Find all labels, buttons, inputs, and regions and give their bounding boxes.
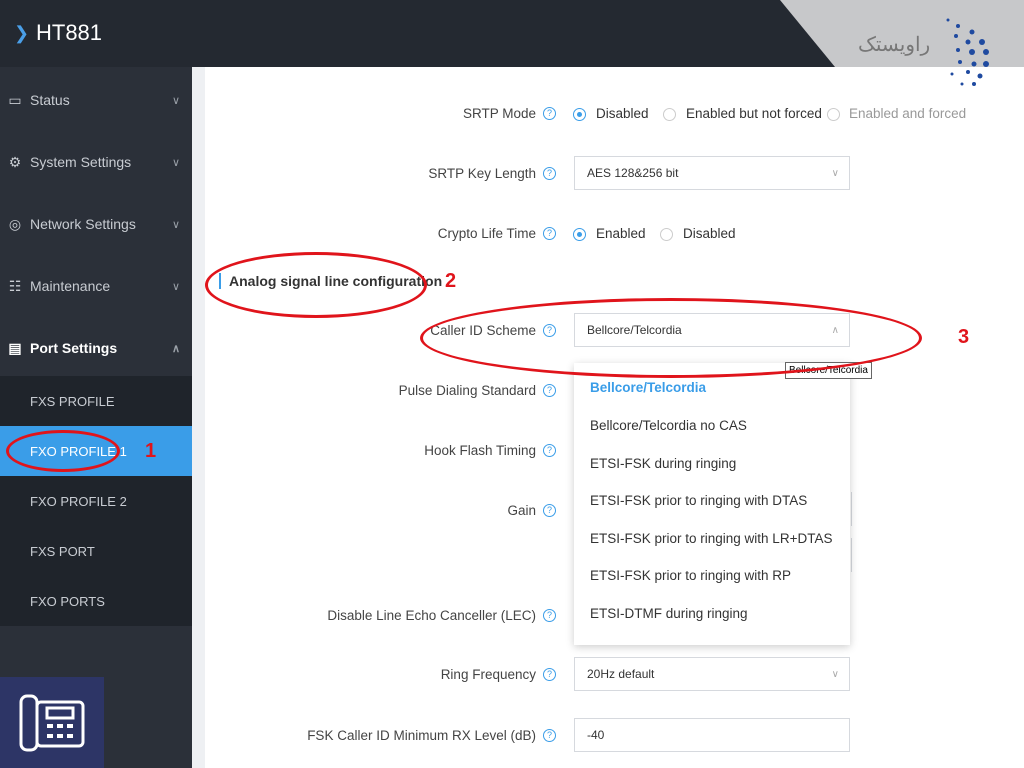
gain-label: Gain xyxy=(507,503,536,518)
srtp-key-length-select[interactable]: AES 128&256 bit ∨ xyxy=(574,156,850,190)
chevron-down-icon: ∨ xyxy=(171,94,180,107)
dropdown-option[interactable]: ETSI-FSK prior to ringing with RP xyxy=(590,568,791,583)
crypto-disabled-radio[interactable] xyxy=(660,228,673,241)
select-value: AES 128&256 bit xyxy=(587,166,679,180)
help-icon[interactable]: ? xyxy=(543,668,556,681)
ring-frequency-label: Ring Frequency xyxy=(440,667,536,682)
chevron-down-icon: ∨ xyxy=(171,156,180,169)
sidebar-subitem-fxo-profile-2[interactable]: FXO PROFILE 2 xyxy=(0,476,192,526)
fsk-min-rx-label: FSK Caller ID Minimum RX Level (dB) xyxy=(307,728,536,743)
annotation-number-3: 3 xyxy=(958,326,970,348)
annotation-ellipse-2 xyxy=(205,252,427,318)
sidebar-item-system-settings[interactable]: ⚙ System Settings ∨ xyxy=(0,131,192,193)
srtp-mode-enabled-forced-radio[interactable] xyxy=(827,108,840,121)
crypto-enabled-radio[interactable] xyxy=(573,228,586,241)
sidebar: ▭ Status ∨ ⚙ System Settings ∨ ◎ Network Sett… xyxy=(0,67,192,768)
label: Network Settings xyxy=(30,216,136,232)
help-icon[interactable]: ? xyxy=(543,444,556,457)
crypto-life-time-label: Crypto Life Time xyxy=(437,226,536,241)
grandstream-logo-icon: ❯ xyxy=(14,23,30,43)
label: Maintenance xyxy=(30,278,111,294)
help-icon[interactable]: ? xyxy=(543,167,556,180)
help-icon[interactable]: ? xyxy=(543,504,556,517)
dropdown-option[interactable]: ETSI-DTMF during ringing xyxy=(590,606,748,621)
dropdown-option[interactable]: Bellcore/Telcordia no CAS xyxy=(590,418,747,433)
device-title: HT881 xyxy=(36,20,103,45)
srtp-mode-label: SRTP Mode xyxy=(462,106,536,121)
hook-flash-label: Hook Flash Timing xyxy=(424,443,536,458)
input-value: -40 xyxy=(587,728,605,742)
radio-label: Disabled xyxy=(596,106,649,121)
help-icon[interactable]: ? xyxy=(543,107,556,120)
phone-logo xyxy=(0,677,104,768)
radio-label: Disabled xyxy=(683,226,736,241)
ring-frequency-select[interactable]: 20Hz default ∨ xyxy=(574,657,850,691)
help-icon[interactable]: ? xyxy=(543,609,556,622)
watermark-logo-text: راویستک xyxy=(858,34,931,56)
sidebar-subitem-fxo-ports[interactable]: FXO PORTS xyxy=(0,576,192,626)
chevron-down-icon: ∨ xyxy=(171,218,180,231)
caller-id-scheme-dropdown: Bellcore/Telcordia Bellcore/Telcordia no… xyxy=(574,363,850,645)
content-gutter xyxy=(192,67,205,768)
chevron-down-icon: ∨ xyxy=(831,668,839,680)
globe-icon: ◎ xyxy=(8,215,22,232)
port-icon: ▤ xyxy=(8,339,22,356)
label: Status xyxy=(30,92,70,108)
gear-icon: ⚙ xyxy=(8,153,22,170)
label: System Settings xyxy=(30,154,132,170)
dropdown-option[interactable]: Bellcore/Telcordia xyxy=(590,380,706,395)
phone-icon xyxy=(19,694,85,751)
srtp-mode-enabled-not-forced-radio[interactable] xyxy=(663,108,676,121)
select-value: 20Hz default xyxy=(587,667,655,681)
lec-label: Disable Line Echo Canceller (LEC) xyxy=(327,608,536,623)
label: Port Settings xyxy=(30,340,118,356)
dropdown-option[interactable]: ETSI-FSK prior to ringing with LR+DTAS xyxy=(590,531,832,546)
annotation-number-2: 2 xyxy=(445,270,457,292)
monitor-icon: ▭ xyxy=(8,91,22,108)
radio-label: Enabled xyxy=(596,226,646,241)
annotation-ellipse-3 xyxy=(420,298,922,378)
help-icon[interactable]: ? xyxy=(543,384,556,397)
radio-label: Enabled and forced xyxy=(849,106,967,121)
brand: ❯ HT881 xyxy=(14,20,102,46)
sidebar-item-port-settings[interactable]: ▤ Port Settings ∧ xyxy=(0,317,192,379)
help-icon[interactable]: ? xyxy=(543,227,556,240)
radio-label: Enabled but not forced xyxy=(686,106,822,121)
sidebar-subitem-fxs-profile[interactable]: FXS PROFILE xyxy=(0,376,192,426)
sidebar-item-status[interactable]: ▭ Status ∨ xyxy=(0,69,192,131)
dropdown-option[interactable]: ETSI-FSK during ringing xyxy=(590,456,736,471)
annotation-ellipse-1 xyxy=(6,430,120,472)
srtp-key-length-label: SRTP Key Length xyxy=(428,166,536,181)
sidebar-item-network-settings[interactable]: ◎ Network Settings ∨ xyxy=(0,193,192,255)
srtp-mode-disabled-radio[interactable] xyxy=(573,108,586,121)
grid-icon: ☷ xyxy=(8,277,22,294)
chevron-down-icon: ∨ xyxy=(171,280,180,293)
chevron-down-icon: ∨ xyxy=(831,167,839,179)
sidebar-subitem-fxs-port[interactable]: FXS PORT xyxy=(0,526,192,576)
watermark-dots-icon xyxy=(946,18,989,86)
pulse-dialing-label: Pulse Dialing Standard xyxy=(398,383,536,398)
sidebar-item-maintenance[interactable]: ☷ Maintenance ∨ xyxy=(0,255,192,317)
port-settings-submenu: FXS PROFILE FXO PROFILE 1 FXO PROFILE 2 … xyxy=(0,376,192,626)
chevron-up-icon: ∧ xyxy=(171,342,180,355)
dropdown-option[interactable]: ETSI-FSK prior to ringing with DTAS xyxy=(590,493,807,508)
help-icon[interactable]: ? xyxy=(543,729,556,742)
fsk-min-rx-input[interactable]: -40 xyxy=(574,718,850,752)
annotation-number-1: 1 xyxy=(145,440,157,462)
